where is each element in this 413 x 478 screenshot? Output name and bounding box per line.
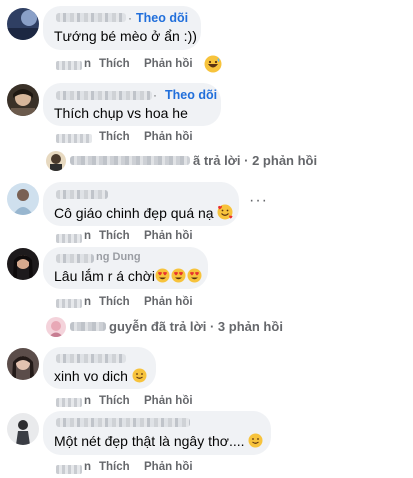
timestamp-blur <box>56 299 82 308</box>
like-button[interactable]: Thích <box>99 296 130 308</box>
timestamp-blur <box>56 465 82 474</box>
replier-avatar[interactable] <box>46 151 66 171</box>
like-button[interactable]: Thích <box>99 461 130 473</box>
like-button[interactable]: Thích <box>99 230 130 242</box>
reply-button[interactable]: Phản hồi <box>144 58 193 70</box>
reply-button[interactable]: Phản hồi <box>144 461 193 473</box>
view-replies-link[interactable]: ã trả lời · 2 phản hồi <box>193 153 317 168</box>
follow-button[interactable]: Theo dõi <box>165 88 217 102</box>
follow-button[interactable]: Theo dõi <box>136 11 188 25</box>
avatar-photo <box>46 151 66 171</box>
commenter-avatar[interactable] <box>7 8 39 40</box>
commenter-avatar[interactable] <box>7 413 39 445</box>
like-button[interactable]: Thích <box>99 58 130 70</box>
commenter-avatar[interactable] <box>7 248 39 280</box>
avatar-photo <box>46 317 66 337</box>
like-button[interactable]: Thích <box>99 395 130 407</box>
avatar-photo <box>7 248 39 280</box>
commenter-name[interactable] <box>56 354 126 363</box>
avatar-photo <box>7 8 39 40</box>
like-button[interactable]: Thích <box>99 131 130 143</box>
more-options-button[interactable]: ··· <box>249 192 268 210</box>
comment-text: Một nét đẹp thật là ngây thơ.... <box>54 433 263 451</box>
timestamp[interactable]: n <box>84 296 91 308</box>
timestamp[interactable]: n <box>84 395 91 407</box>
avatar-photo <box>7 413 39 445</box>
commenter-name-fragment: ng Dung <box>96 251 141 263</box>
view-replies-link[interactable]: guyễn đã trả lời · 3 phản hồi <box>109 319 283 334</box>
timestamp-blur <box>56 61 82 70</box>
reply-button[interactable]: Phản hồi <box>144 296 193 308</box>
smiling-hearts-emoji <box>217 204 233 223</box>
timestamp-blur <box>56 234 82 243</box>
replier-avatar[interactable] <box>46 317 66 337</box>
comment-text: Lâu lắm r á chời <box>54 268 203 286</box>
heart-eyes-emoji <box>155 268 203 286</box>
timestamp[interactable]: n <box>84 461 91 473</box>
replier-name <box>70 156 190 165</box>
commenter-name[interactable] <box>56 418 190 427</box>
grinning-sweat-emoji <box>204 55 222 78</box>
separator-dot: · <box>128 11 132 25</box>
commenter-name[interactable] <box>56 13 126 22</box>
avatar-photo <box>7 183 39 215</box>
slight-smile-emoji <box>132 368 147 386</box>
reply-button[interactable]: Phản hồi <box>144 395 193 407</box>
timestamp-blur <box>56 398 82 407</box>
replier-name <box>70 322 106 331</box>
timestamp[interactable]: n <box>84 58 91 70</box>
avatar-photo <box>7 84 39 116</box>
commenter-avatar[interactable] <box>7 348 39 380</box>
commenter-avatar[interactable] <box>7 84 39 116</box>
commenter-avatar[interactable] <box>7 183 39 215</box>
comment-text: xinh vo dich <box>54 368 147 386</box>
comment-text: Tướng bé mèo ở ẩn :)) <box>54 28 197 44</box>
commenter-name[interactable] <box>56 190 108 199</box>
timestamp-blur <box>56 134 92 143</box>
separator-dot: · <box>153 88 157 102</box>
slight-smile-emoji <box>248 433 263 451</box>
reply-button[interactable]: Phản hồi <box>144 131 193 143</box>
reply-button[interactable]: Phản hồi <box>144 230 193 242</box>
commenter-name[interactable] <box>56 254 94 263</box>
commenter-name[interactable] <box>56 91 152 100</box>
comment-text: Cô giáo chinh đẹp quá nạ <box>54 204 233 223</box>
avatar-photo <box>7 348 39 380</box>
comment-text: Thích chụp vs hoa he <box>54 105 188 121</box>
timestamp[interactable]: n <box>84 230 91 242</box>
